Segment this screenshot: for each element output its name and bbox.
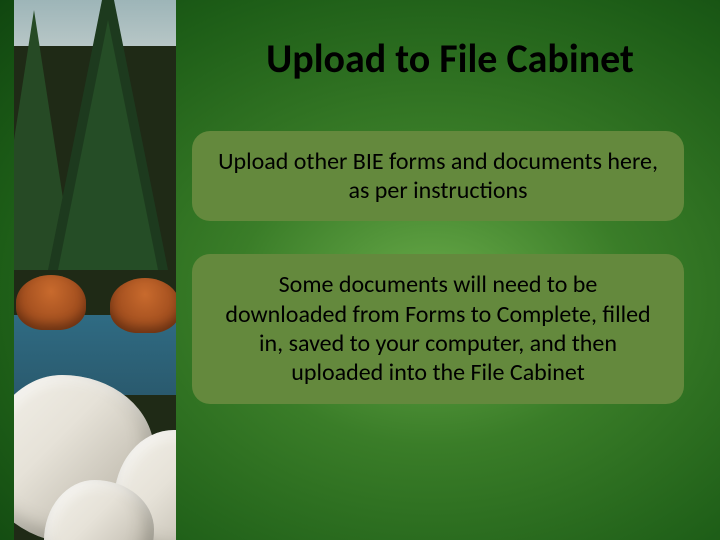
decorative-painting bbox=[14, 0, 176, 540]
callout-download-note: Some documents will need to be downloade… bbox=[192, 254, 684, 404]
slide: Upload to File Cabinet Upload other BIE … bbox=[0, 0, 720, 540]
callout-text: Some documents will need to be downloade… bbox=[218, 270, 658, 387]
callout-text: Upload other BIE forms and documents her… bbox=[218, 147, 658, 206]
slide-title: Upload to File Cabinet bbox=[200, 34, 700, 83]
callout-upload-instructions: Upload other BIE forms and documents her… bbox=[192, 131, 684, 221]
